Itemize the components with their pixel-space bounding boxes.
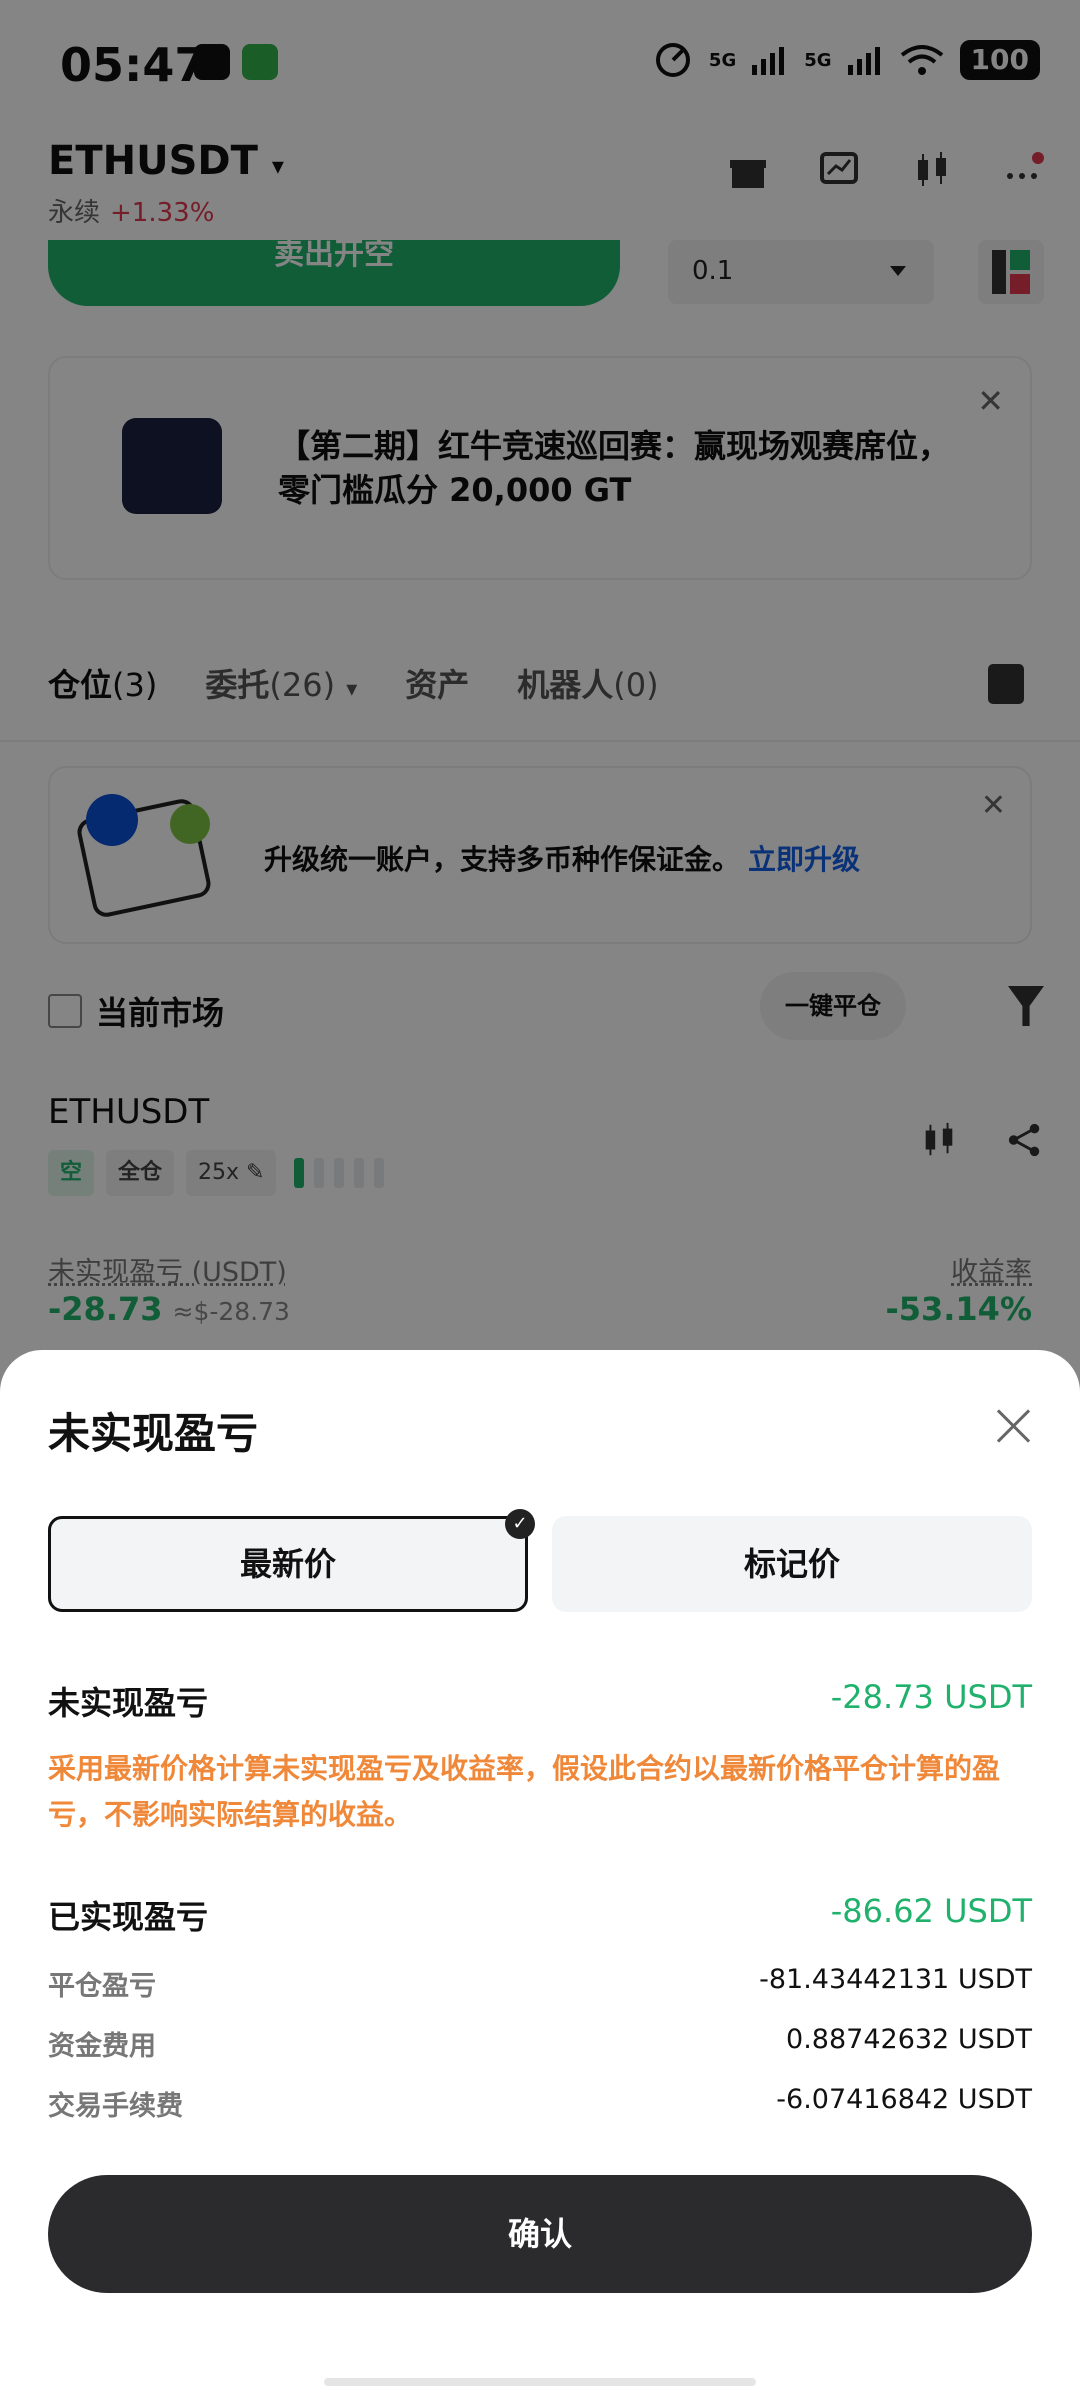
position-symbol: ETHUSDT [48, 1092, 210, 1132]
upl-value: -28.73 [48, 1290, 163, 1328]
status-time: 05:47 [60, 38, 207, 92]
upl-value-row: -28.73 ≈$-28.73 [48, 1290, 290, 1328]
close-icon[interactable] [996, 1408, 1032, 1444]
close-icon[interactable]: ✕ [977, 382, 1004, 420]
promo-message: 升级统一账户，支持多币种作保证金。 [264, 843, 741, 876]
realized-value: -86.62 USDT [830, 1892, 1032, 1930]
pair-subtitle: 永续 +1.33% [48, 192, 214, 229]
close-pnl-label: 平仓盈亏 [48, 1971, 156, 2002]
chart-settings-icon[interactable] [820, 150, 860, 190]
funding-fee-label: 资金费用 [48, 2031, 156, 2062]
roe-label[interactable]: 收益率 [951, 1250, 1032, 1289]
document-icon[interactable] [988, 664, 1024, 704]
tab-label: 仓位 [48, 666, 113, 704]
tab-label: 委托 [205, 666, 270, 704]
edit-icon: ✎ [246, 1160, 265, 1185]
upl-approx: ≈$-28.73 [172, 1297, 290, 1326]
mark-price-option[interactable]: 标记价 [552, 1516, 1032, 1612]
unrealized-value: -28.73 USDT [830, 1678, 1032, 1716]
confirm-button[interactable]: 确认 [48, 2175, 1032, 2293]
pair-name: ETHUSDT [48, 138, 258, 184]
leverage-badge[interactable]: 25x ✎ [186, 1150, 277, 1196]
share-icon[interactable] [1006, 1120, 1044, 1160]
orderbook-layout-icon[interactable] [978, 240, 1044, 304]
wifi-icon [900, 45, 943, 75]
trading-fee-value: -6.07416842 USDT [776, 2084, 1032, 2115]
filter-icon[interactable] [1008, 986, 1044, 1026]
position-tags: 空 全仓 25x ✎ [48, 1150, 385, 1196]
pair-selector[interactable]: ETHUSDT ▾ [48, 138, 284, 184]
candlestick-icon[interactable] [912, 150, 952, 190]
divider [0, 740, 1080, 742]
sell-label: 卖出开空 [274, 240, 394, 272]
contract-type: 永续 [48, 198, 101, 228]
upl-bottom-sheet: 未实现盈亏 最新价 ✓ 标记价 未实现盈亏 -28.73 USDT 采用最新价格计… [0, 1350, 1080, 2392]
option-label: 标记价 [743, 1545, 840, 1583]
margin-mode-badge: 全仓 [106, 1150, 175, 1196]
upgrade-link[interactable]: 立即升级 [748, 843, 860, 876]
realized-label: 已实现盈亏 [48, 1898, 209, 1936]
candlestick-icon[interactable] [920, 1120, 958, 1160]
upl-label[interactable]: 未实现盈亏 (USDT) [48, 1250, 287, 1289]
tab-label: 资产 [405, 666, 470, 704]
upgrade-promo[interactable]: 升级统一账户，支持多币种作保证金。 立即升级 ✕ [48, 766, 1032, 944]
check-icon: ✓ [505, 1509, 535, 1539]
last-price-option[interactable]: 最新价 ✓ [48, 1509, 535, 1612]
roe-value: -53.14% [885, 1290, 1032, 1328]
current-market-filter[interactable]: 当前市场 [48, 988, 224, 1034]
task-icon [242, 44, 278, 80]
tab-count: (0) [613, 666, 659, 704]
battery-indicator: 100 [959, 40, 1040, 80]
signal-bars-icon [752, 47, 785, 75]
position-actions [920, 1120, 1044, 1160]
signal-icon-2: 5G [804, 49, 832, 71]
home-indicator [324, 2378, 756, 2386]
more-icon[interactable] [1004, 150, 1044, 190]
funding-fee-value: 0.88742632 USDT [786, 2024, 1032, 2055]
banner-text: 【第二期】红牛竞速巡回赛：赢现场观赛席位，零门槛瓜分 20,000 GT [278, 427, 951, 509]
status-bar: 05:47 5G 5G 100 [0, 0, 1080, 130]
sheet-title: 未实现盈亏 [48, 1409, 259, 1458]
quantity-select[interactable]: 0.1 [668, 240, 934, 304]
tab-orders[interactable]: 委托(26) ▾ [205, 660, 357, 706]
tab-label: 机器人 [517, 666, 614, 704]
price-change: +1.33% [110, 198, 215, 228]
close-pnl-value: -81.43442131 USDT [759, 1964, 1032, 1995]
current-market-label: 当前市场 [96, 994, 225, 1032]
tab-positions[interactable]: 仓位(3) [48, 660, 157, 706]
tab-bots[interactable]: 机器人(0) [517, 660, 658, 706]
speed-icon [655, 43, 690, 77]
signal-icon: 5G [708, 49, 737, 71]
race-car-image [122, 418, 222, 514]
status-icons: 5G 5G 100 [653, 40, 1040, 80]
caret-down-icon [890, 266, 906, 276]
close-icon[interactable]: ✕ [981, 788, 1006, 823]
quantity-value: 0.1 [692, 256, 734, 286]
chevron-down-icon: ▾ [271, 152, 284, 180]
signal-bars-icon-2 [847, 47, 880, 75]
calculation-note: 采用最新价格计算未实现盈亏及收益率，假设此合约以最新价格平仓计算的盈亏，不影响实… [48, 1752, 1001, 1831]
trading-fee-label: 交易手续费 [48, 2091, 183, 2122]
tab-count: (26) [269, 666, 336, 704]
position-tabs: 仓位(3) 委托(26) ▾ 资产 机器人(0) [48, 660, 659, 706]
gift-icon[interactable] [728, 150, 768, 190]
risk-level-bars [294, 1150, 385, 1196]
tab-assets[interactable]: 资产 [405, 660, 469, 706]
side-badge: 空 [48, 1150, 95, 1196]
checkbox[interactable] [48, 994, 82, 1028]
option-label: 最新价 [239, 1545, 336, 1583]
coin-icon [86, 794, 138, 846]
chevron-down-icon: ▾ [346, 677, 358, 702]
leverage-value: 25x [198, 1160, 240, 1185]
tiktok-icon [194, 44, 230, 80]
event-banner[interactable]: 【第二期】红牛竞速巡回赛：赢现场观赛席位，零门槛瓜分 20,000 GT ✕ [48, 356, 1032, 580]
promo-text: 升级统一账户，支持多币种作保证金。 立即升级 [264, 838, 860, 878]
header-actions [728, 150, 1044, 190]
close-all-button[interactable]: 一键平仓 [760, 972, 906, 1040]
tab-count: (3) [112, 666, 158, 704]
sell-open-short-button[interactable]: 卖出开空 [48, 240, 620, 306]
unrealized-label: 未实现盈亏 [48, 1684, 209, 1722]
coin-icon [170, 804, 210, 844]
